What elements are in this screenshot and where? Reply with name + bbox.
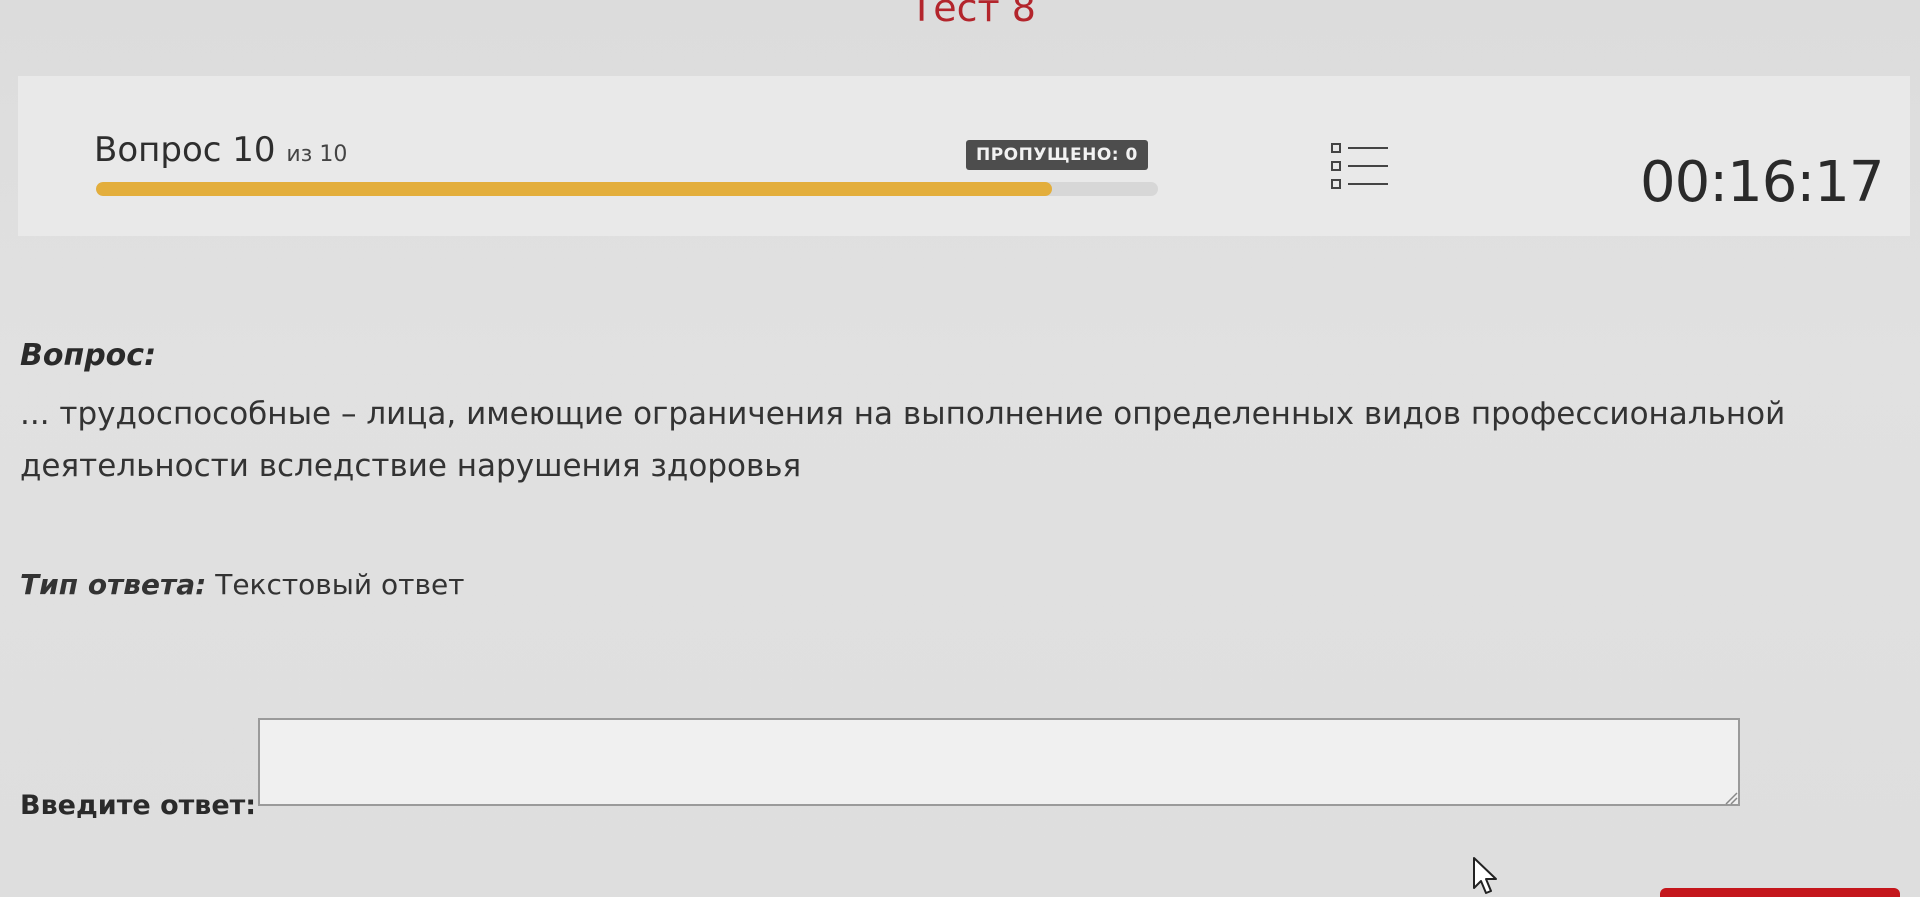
question-word: Вопрос (94, 130, 222, 170)
next-button[interactable] (1660, 888, 1900, 897)
answer-input[interactable] (258, 718, 1740, 806)
skipped-count-badge: ПРОПУЩЕНО: 0 (966, 140, 1148, 170)
question-list-icon[interactable] (1328, 140, 1392, 196)
question-total: из 10 (286, 142, 348, 167)
question-text: ... трудоспособные – лица, имеющие огран… (20, 396, 1786, 484)
answer-type-value: Текстовый ответ (215, 568, 465, 601)
question-label: Вопрос: (20, 338, 157, 373)
answer-input-label: Введите ответ: (20, 790, 257, 821)
page-title: Тест 8 (910, 0, 1036, 30)
resize-grip-icon[interactable] (1724, 790, 1738, 805)
answer-type: Тип ответа: Текстовый ответ (20, 568, 464, 601)
progress-bar (96, 182, 1158, 196)
question-current-number: 10 (232, 130, 276, 170)
progress-bar-fill (96, 182, 1052, 196)
question-counter: Вопрос 10 из 10 (94, 130, 347, 170)
mouse-cursor-icon (1472, 856, 1500, 896)
timer: 00:16:17 (1640, 150, 1885, 215)
answer-type-label: Тип ответа: (20, 568, 207, 601)
